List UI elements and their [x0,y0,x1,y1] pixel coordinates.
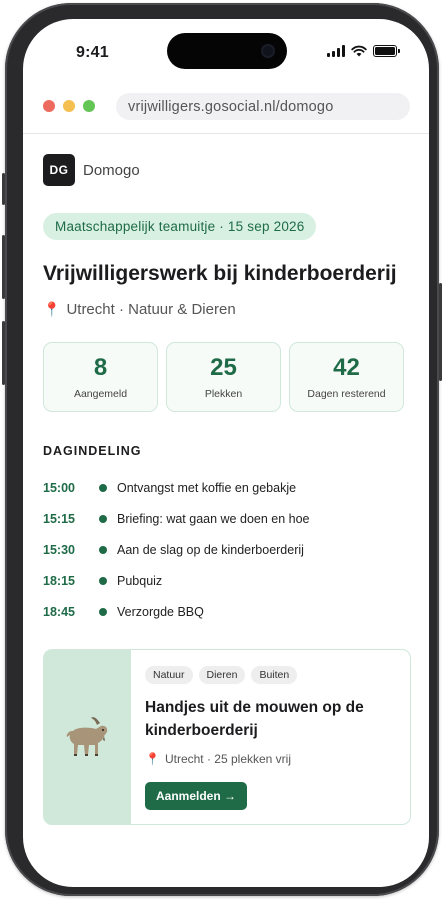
stat-value: 25 [210,354,237,381]
card-body: Natuur Dieren Buiten Handjes uit de mouw… [131,650,410,824]
dynamic-island [167,33,287,69]
schedule-text: Ontvangst met koffie en gebakje [117,480,297,495]
map-pin-icon: 📍 [145,752,160,766]
schedule-time: 18:45 [43,604,75,619]
signal-icon [327,45,345,57]
schedule-item: 15:15 Briefing: wat gaan we doen en hoe [43,503,411,534]
volume-down-button [2,321,5,385]
brand-logo: DG [43,154,75,186]
card-meta: 📍 Utrecht · 25 plekken vrij [145,752,398,766]
camera-icon [261,44,275,58]
tag-chip[interactable]: Buiten [251,666,298,684]
page-content: DG Domogo Maatschappelijk teamuitje · 15… [43,153,411,825]
bullet-dot-icon [99,514,107,523]
tag-list: Natuur Dieren Buiten [145,666,398,684]
schedule-item: 15:00 Ontvangst met koffie en gebakje [43,472,411,503]
schedule-time: 15:15 [43,511,75,526]
schedule-item: 18:45 Verzorgde BBQ [43,596,411,627]
schedule-text: Pubquiz [117,573,163,588]
volume-up-button [2,235,5,299]
status-bar: 9:41 [23,19,429,85]
brand-name: Domogo [83,161,140,179]
event-location-text: Utrecht · Natuur & Dieren [66,301,236,318]
goat-icon [66,717,107,756]
wifi-icon [351,45,367,57]
power-button [439,283,442,381]
schedule-time: 18:15 [43,573,75,588]
card-image [44,650,131,824]
battery-icon [373,45,400,57]
tag-chip[interactable]: Dieren [198,666,246,684]
card-meta-text: Utrecht · 25 plekken vrij [164,752,291,766]
stat-label: Aangemeld [73,388,128,400]
card-title: Handjes uit de mouwen op de kinderboerde… [145,699,364,739]
phone-frame: 9:41 vrijwilligers.gosocial.nl/domogo DG… [2,3,442,896]
activity-card[interactable]: Natuur Dieren Buiten Handjes uit de mouw… [43,649,411,825]
bullet-dot-icon [99,607,107,616]
schedule-list: 15:00 Ontvangst met koffie en gebakje 15… [43,472,411,627]
stat-label: Plekken [204,388,243,400]
brand-header: DG Domogo [43,153,411,187]
event-location: 📍 Utrecht · Natuur & Dieren [43,301,411,318]
schedule-text: Aan de slag op de kinderboerderij [117,542,304,557]
close-window-dot[interactable] [43,100,55,112]
stat-dagen-resterend: 42 Dagen resterend [289,342,404,412]
mute-switch [2,173,5,205]
minimize-window-dot[interactable] [63,100,75,112]
browser-bar: vrijwilligers.gosocial.nl/domogo [23,89,429,134]
page-title: Vrijwilligerswerk bij kinderboerderij [43,262,397,285]
stat-value: 8 [93,354,108,381]
schedule-item: 18:15 Pubquiz [43,565,411,596]
stat-label: Dagen resterend [307,388,386,400]
event-type-badge: Maatschappelijk teamuitje · 15 sep 2026 [43,213,317,240]
maximize-window-dot[interactable] [83,100,95,112]
schedule-time: 15:30 [43,542,75,557]
schedule-time: 15:00 [43,480,75,495]
bullet-dot-icon [99,576,107,585]
schedule-text: Briefing: wat gaan we doen en hoe [117,511,310,526]
status-time: 9:41 [76,44,109,61]
tag-chip[interactable]: Natuur [145,666,193,684]
bullet-dot-icon [99,483,107,492]
schedule-heading: DAGINDELING [43,444,142,458]
schedule-item: 15:30 Aan de slag op de kinderboerderij [43,534,411,565]
register-button[interactable]: Aanmelden → [145,782,248,810]
phone-screen: 9:41 vrijwilligers.gosocial.nl/domogo DG… [23,19,429,887]
schedule-text: Verzorgde BBQ [117,604,204,619]
bullet-dot-icon [99,545,107,554]
stat-value: 42 [333,354,360,381]
map-pin-icon: 📍 [43,301,61,317]
stat-plekken: 25 Plekken [166,342,281,412]
url-bar[interactable]: vrijwilligers.gosocial.nl/domogo [116,93,410,120]
stats-row: 8 Aangemeld 25 Plekken 42 Dagen resteren… [43,342,411,412]
status-icons [327,45,400,57]
stat-aangemeld: 8 Aangemeld [43,342,158,412]
